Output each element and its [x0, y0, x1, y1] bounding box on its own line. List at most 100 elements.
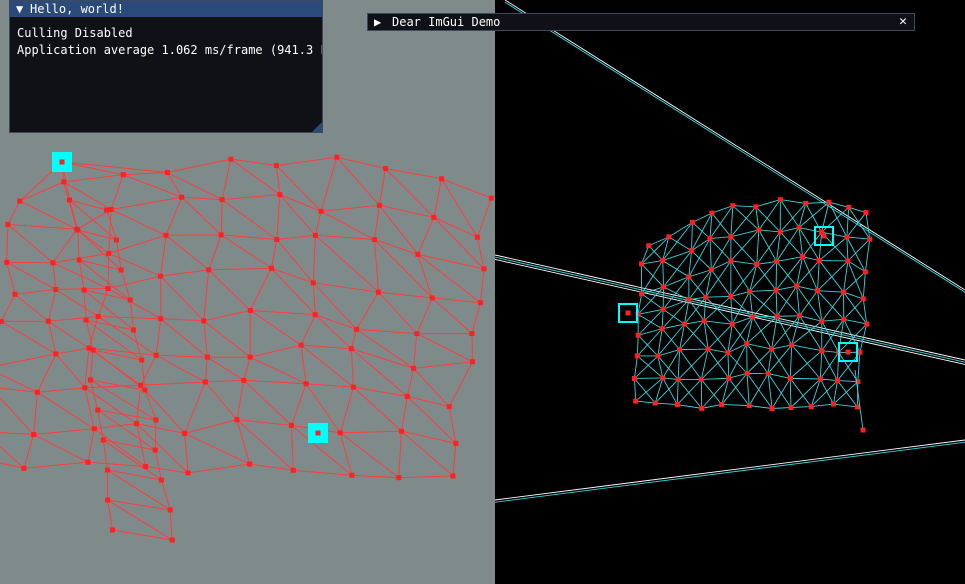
- mesh-edge: [641, 263, 664, 288]
- mesh-edge: [350, 348, 354, 388]
- mesh-edge: [758, 229, 781, 233]
- mesh-vertex: [158, 477, 164, 483]
- mesh-edge: [709, 236, 731, 239]
- mesh-vertex: [82, 385, 88, 391]
- mesh-edge: [102, 439, 108, 471]
- mesh-edge: [313, 282, 379, 293]
- plane-outline: [504, 0, 965, 291]
- mesh-vertex: [819, 348, 825, 354]
- mesh-vertex: [744, 341, 750, 347]
- plane-outline: [504, 1, 965, 293]
- mesh-vertex: [298, 342, 304, 348]
- mesh-edge: [707, 323, 733, 350]
- mesh-edge: [700, 379, 723, 405]
- mesh-edge: [123, 171, 168, 176]
- mesh-edge: [156, 354, 208, 358]
- close-icon[interactable]: ✕: [896, 14, 910, 30]
- mesh-edge: [441, 178, 478, 238]
- mesh-edge: [207, 356, 245, 381]
- mesh-edge: [703, 297, 707, 321]
- mesh-edge: [111, 196, 182, 211]
- mesh-edge: [799, 315, 823, 351]
- mesh-edge: [236, 419, 251, 465]
- hello-world-window[interactable]: ▼ Hello, world! Culling Disabled Applicat…: [9, 0, 323, 133]
- mesh-vertex: [85, 459, 91, 465]
- mesh-edge: [140, 381, 206, 386]
- mesh-vertex: [481, 266, 487, 272]
- mesh-edge: [476, 197, 492, 238]
- mesh-edge: [730, 236, 758, 265]
- mesh-vertex: [726, 375, 732, 381]
- mesh-vertex: [201, 318, 207, 324]
- mesh-vertex: [110, 527, 116, 533]
- mesh-edge: [691, 212, 713, 251]
- mesh-edge: [208, 269, 251, 311]
- mesh-edge: [431, 297, 473, 334]
- mesh-edge: [33, 428, 95, 436]
- mesh-edge: [110, 174, 124, 210]
- mesh-vertex: [371, 237, 377, 243]
- mesh-edge: [771, 348, 791, 379]
- mesh-vertex: [638, 261, 644, 267]
- mesh-vertex: [488, 195, 494, 201]
- mesh-edge: [249, 356, 307, 385]
- mesh-vertex: [769, 405, 775, 411]
- mesh-edge: [312, 282, 316, 315]
- mesh-edge: [374, 239, 418, 255]
- mesh-edge: [817, 290, 845, 320]
- mesh-edge: [730, 291, 750, 297]
- mesh-vertex: [674, 402, 680, 408]
- mesh-edge: [679, 348, 709, 351]
- imgui-demo-window-collapsed[interactable]: ▶ Dear ImGui Demo ✕: [367, 13, 915, 31]
- mesh-edge: [236, 380, 245, 420]
- mesh-vertex: [794, 283, 800, 289]
- mesh-vertex: [705, 346, 711, 352]
- mesh-vertex: [277, 192, 283, 198]
- mesh-vertex: [845, 349, 851, 355]
- mesh-vertex: [803, 200, 809, 206]
- right-viewport[interactable]: [495, 0, 965, 584]
- mesh-edge: [727, 352, 748, 374]
- mesh-edge: [315, 234, 375, 241]
- mesh-edge: [230, 158, 281, 196]
- mesh-edge: [846, 236, 866, 273]
- mesh-vertex: [53, 351, 59, 357]
- mesh-edge: [756, 264, 777, 291]
- mesh-vertex: [845, 258, 851, 264]
- mesh-edge: [293, 469, 352, 476]
- mesh-edge: [846, 237, 849, 261]
- mesh-vertex: [675, 377, 681, 383]
- resize-grip[interactable]: [312, 122, 322, 132]
- mesh-edge: [755, 199, 781, 208]
- mesh-vertex: [349, 472, 355, 478]
- mesh-vertex: [182, 430, 188, 436]
- mesh-vertex: [120, 172, 126, 178]
- mesh-vertex: [4, 259, 10, 265]
- mesh-edge: [7, 200, 21, 225]
- mesh-vertex: [303, 381, 309, 387]
- right-mesh-canvas[interactable]: [495, 0, 965, 584]
- mesh-vertex: [450, 473, 456, 479]
- mesh-vertex: [376, 202, 382, 208]
- mesh-edge: [187, 463, 250, 474]
- mesh-vertex: [105, 497, 111, 503]
- mesh-edge: [276, 234, 316, 240]
- mesh-edge: [155, 318, 162, 356]
- mesh-edge: [160, 318, 208, 358]
- mesh-edge: [184, 419, 238, 434]
- mesh-vertex: [439, 176, 445, 182]
- mesh-edge: [406, 368, 415, 397]
- mesh-vertex: [446, 404, 452, 410]
- mesh-edge: [300, 344, 354, 388]
- triangle-down-icon[interactable]: ▼: [16, 1, 30, 17]
- mesh-vertex: [76, 257, 82, 263]
- hello-world-title: Hello, world!: [30, 2, 124, 16]
- mesh-edge: [270, 239, 278, 269]
- triangle-right-icon[interactable]: ▶: [374, 14, 392, 30]
- mesh-vertex: [661, 284, 667, 290]
- mesh-edge: [87, 428, 95, 463]
- mesh-edge: [92, 349, 146, 391]
- hello-world-titlebar[interactable]: ▼ Hello, world!: [10, 1, 322, 17]
- mesh-vertex: [474, 234, 480, 240]
- mesh-vertex: [158, 273, 164, 279]
